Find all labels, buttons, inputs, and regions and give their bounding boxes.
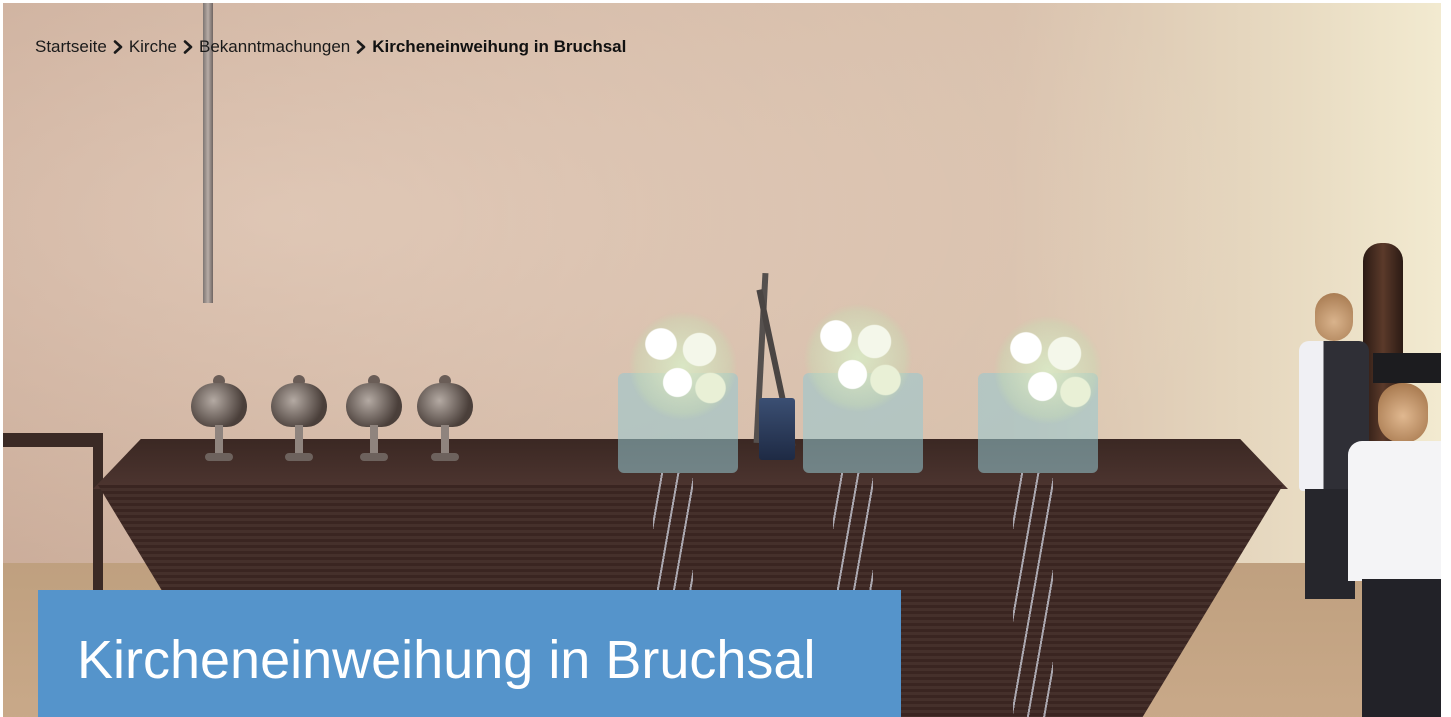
breadcrumb-link-bekanntmachungen[interactable]: Bekanntmachungen: [199, 37, 350, 57]
chalice: [346, 375, 402, 465]
chevron-right-icon: [182, 40, 194, 54]
chevron-right-icon: [355, 40, 367, 54]
chalice: [417, 375, 473, 465]
title-card: Kircheneinweihung in Bruchsal: [38, 590, 901, 717]
music-stand: [1373, 353, 1441, 383]
flower-arrangement: [803, 303, 913, 413]
chevron-right-icon: [112, 40, 124, 54]
breadcrumb: Startseite Kirche Bekanntmachungen Kirch…: [35, 35, 626, 59]
flower-stand: [1013, 473, 1053, 717]
page-title: Kircheneinweihung in Bruchsal: [77, 630, 816, 690]
flower-arrangement: [628, 311, 738, 421]
lectern-box: [759, 398, 795, 460]
breadcrumb-current: Kircheneinweihung in Bruchsal: [372, 37, 627, 56]
chalice: [271, 375, 327, 465]
seated-musician: [1348, 383, 1441, 717]
chalice: [191, 375, 247, 465]
chair: [3, 433, 103, 613]
flower-arrangement: [993, 315, 1103, 425]
breadcrumb-link-startseite[interactable]: Startseite: [35, 37, 107, 57]
breadcrumb-link-kirche[interactable]: Kirche: [129, 37, 177, 57]
page-frame: Startseite Kirche Bekanntmachungen Kirch…: [3, 3, 1441, 717]
